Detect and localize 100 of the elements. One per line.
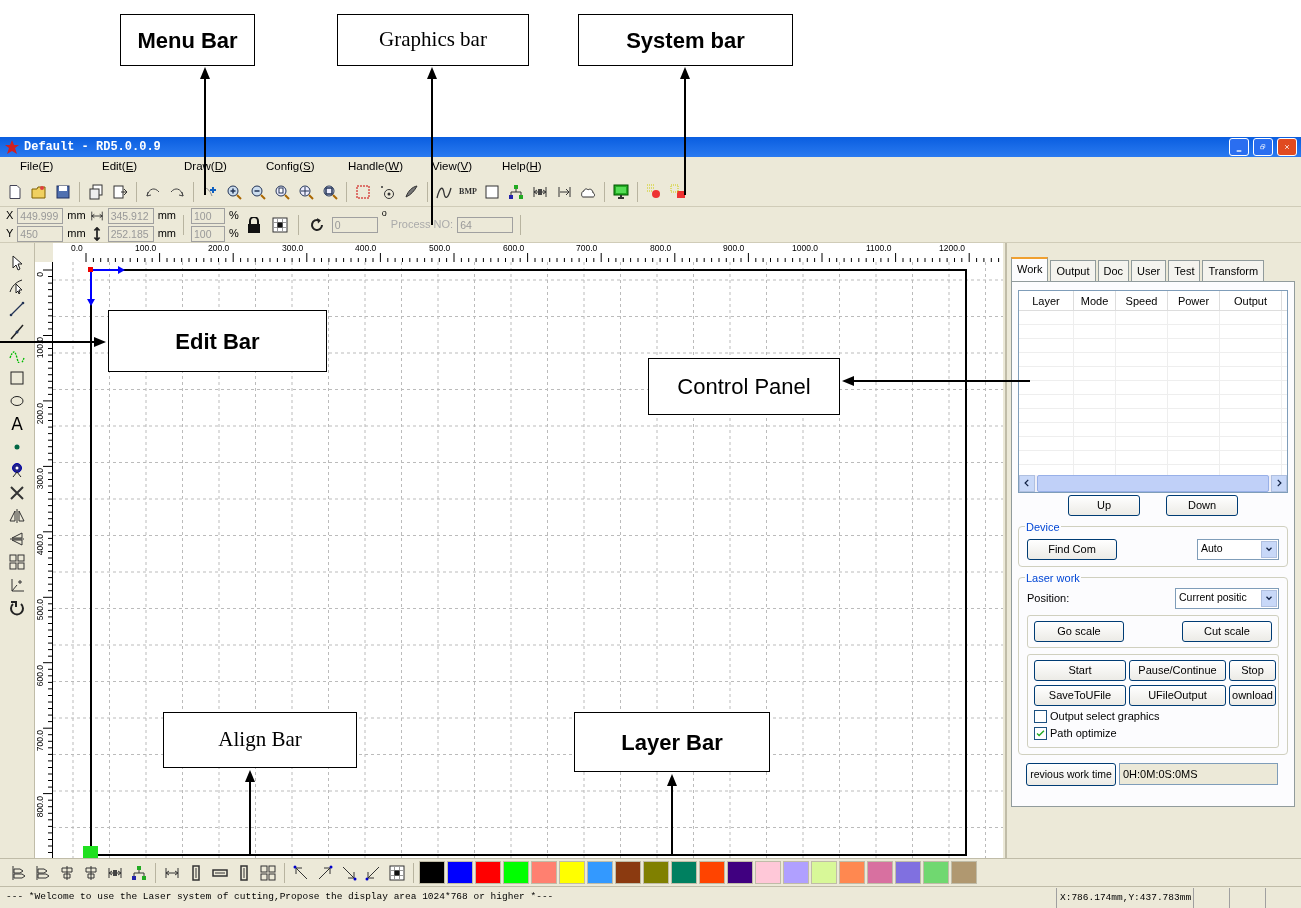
up-button[interactable]: Up	[1068, 494, 1140, 516]
layer-color-swatch[interactable]	[671, 861, 697, 884]
action-button[interactable]: ownload	[1229, 684, 1276, 706]
menu-item[interactable]: Help(H)	[502, 158, 584, 176]
position-dropdown[interactable]: Current positic	[1175, 587, 1279, 609]
minimize-icon	[1236, 149, 1242, 153]
axis-label: X	[6, 208, 14, 224]
layer-color-swatch[interactable]	[951, 861, 977, 884]
dashed-square-icon	[355, 183, 371, 200]
align-edge-icon	[11, 864, 27, 881]
panel-tab[interactable]: Work	[1011, 257, 1049, 281]
ruler-label: 1000.0	[792, 243, 818, 253]
layer-color-swatch[interactable]	[559, 861, 585, 884]
arrow-down-right-icon	[341, 864, 357, 881]
center-grid-icon	[389, 864, 405, 881]
close-button[interactable]	[1277, 138, 1297, 156]
window-title: Default - RD5.0.0.9	[24, 139, 161, 156]
menu-item[interactable]: Config(S)	[266, 158, 348, 176]
layer-color-swatch[interactable]	[895, 861, 921, 884]
ruler-label: 200.0	[36, 403, 45, 425]
ruler-label: 800.0	[36, 796, 45, 818]
checkbox[interactable]	[1034, 710, 1047, 723]
mirror-horizontal-icon	[9, 508, 25, 524]
ruler-label: 700.0	[576, 243, 598, 253]
pages-icon	[88, 183, 104, 200]
layer-color-swatch[interactable]	[587, 861, 613, 884]
panel-tab[interactable]: Doc	[1097, 260, 1130, 281]
degree-label: o	[381, 207, 387, 220]
unit-label: mm	[67, 208, 86, 224]
work-time-button[interactable]: revious work time	[1026, 762, 1116, 786]
port-dropdown[interactable]: Auto	[1197, 538, 1279, 560]
layer-color-swatch[interactable]	[699, 861, 725, 884]
mirror-vertical-icon	[9, 531, 25, 547]
ruler-label: 300.0	[282, 243, 304, 253]
layer-color-swatch[interactable]	[643, 861, 669, 884]
network-icon	[131, 864, 147, 881]
maximize-button[interactable]	[1253, 138, 1273, 156]
checkbox-label: Output select graphics	[1050, 709, 1160, 725]
cursor-coordinates: X:786.174mm,Y:437.783mm	[1056, 887, 1193, 908]
down-button[interactable]: Down	[1166, 494, 1238, 516]
panel-tab[interactable]: Output	[1050, 260, 1096, 281]
find-com-button[interactable]: Find Com	[1027, 538, 1117, 560]
checkbox[interactable]	[1034, 727, 1047, 740]
pointer-icon	[9, 255, 25, 271]
menu-item[interactable]: Handle(W)	[348, 158, 432, 176]
ruler-label: 400.0	[36, 534, 45, 556]
ruler-label: 500.0	[36, 599, 45, 621]
column-header: Mode	[1074, 290, 1116, 310]
layer-color-swatch[interactable]	[727, 861, 753, 884]
layer-color-swatch[interactable]	[475, 861, 501, 884]
layer-color-swatch[interactable]	[923, 861, 949, 884]
center-grid-icon	[271, 216, 288, 233]
menu-item[interactable]: File(F)	[20, 158, 102, 176]
layer-color-swatch[interactable]	[811, 861, 837, 884]
cut-scale-button[interactable]: Cut scale	[1182, 620, 1272, 642]
percent-label: %	[229, 208, 239, 224]
layer-color-swatch[interactable]	[755, 861, 781, 884]
ruler-label: 100.0	[135, 243, 157, 253]
ruler-label: 400.0	[355, 243, 377, 253]
layer-color-swatch[interactable]	[783, 861, 809, 884]
callout-label: Align Bar	[163, 712, 357, 768]
arrow-down-left-icon	[365, 864, 381, 881]
action-button[interactable]: Pause/Continue	[1129, 659, 1226, 681]
action-button[interactable]: Start	[1034, 659, 1126, 681]
action-button[interactable]: Stop	[1229, 659, 1276, 681]
rotate-icon	[9, 600, 25, 616]
ruler-label: 900.0	[723, 243, 745, 253]
new-file-icon	[7, 183, 23, 200]
column-header: Output	[1220, 290, 1282, 310]
panel-tab[interactable]: Test	[1168, 260, 1201, 281]
zoom-select-icon	[322, 183, 338, 200]
layer-color-swatch[interactable]	[839, 861, 865, 884]
go-scale-button[interactable]: Go scale	[1034, 620, 1124, 642]
layer-color-swatch[interactable]	[531, 861, 557, 884]
panel-tab[interactable]: User	[1131, 260, 1167, 281]
arrow-up-right-icon	[317, 864, 333, 881]
zoom-fit-icon	[298, 183, 314, 200]
ruler-label: 1100.0	[866, 243, 892, 253]
dot-circle-icon	[379, 183, 395, 200]
layer-color-swatch[interactable]	[447, 861, 473, 884]
page-arrow-icon	[112, 183, 128, 200]
callout-label: Control Panel	[648, 358, 840, 415]
menu-item[interactable]: Edit(E)	[102, 158, 184, 176]
bmp-button[interactable]: BMP	[457, 180, 479, 203]
layer-color-swatch[interactable]	[867, 861, 893, 884]
pin-icon	[9, 462, 25, 478]
panel-tab[interactable]: Transform	[1202, 260, 1265, 281]
percent-label: %	[229, 226, 239, 242]
layer-color-swatch[interactable]	[419, 861, 445, 884]
column-header: Layer	[1019, 290, 1074, 310]
text-tool-button[interactable]: A	[5, 414, 29, 434]
dotted-target-icon	[646, 183, 662, 200]
menu-item[interactable]: View(V)	[432, 158, 502, 176]
layer-color-swatch[interactable]	[615, 861, 641, 884]
layer-color-swatch[interactable]	[503, 861, 529, 884]
minimize-button[interactable]	[1229, 138, 1249, 156]
action-button[interactable]: UFileOutput	[1129, 684, 1226, 706]
rectangle-icon	[9, 370, 25, 386]
callout-label: Menu Bar	[120, 14, 255, 66]
action-button[interactable]: SaveToUFile	[1034, 684, 1126, 706]
